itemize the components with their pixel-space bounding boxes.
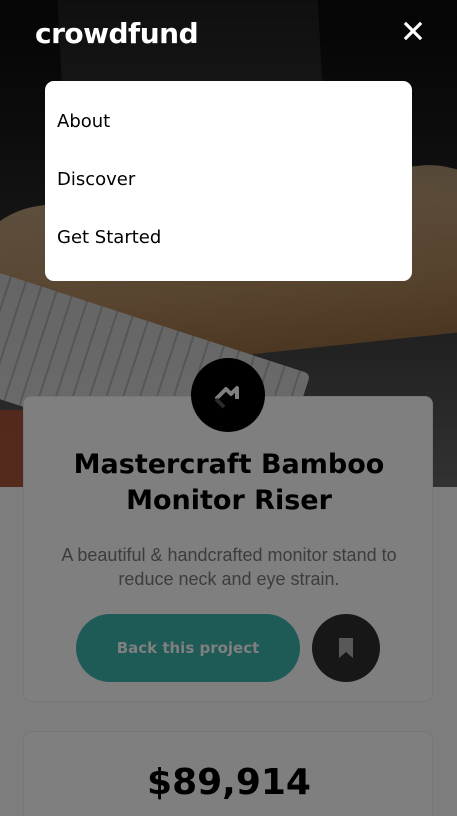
close-icon (403, 21, 423, 41)
crowdfund-logo[interactable]: crowdfund (35, 17, 199, 50)
site-header: crowdfund (0, 0, 457, 70)
mobile-menu: About Discover Get Started (45, 81, 412, 281)
close-menu-button[interactable] (400, 18, 426, 44)
menu-item-get-started[interactable]: Get Started (45, 213, 412, 271)
menu-item-discover[interactable]: Discover (45, 155, 412, 213)
menu-item-about[interactable]: About (45, 97, 412, 155)
